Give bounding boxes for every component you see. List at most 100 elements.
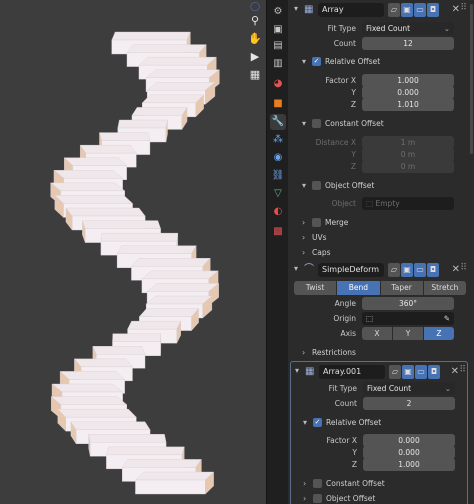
particles-tab-icon[interactable]: ⁂ — [270, 132, 286, 148]
view-layer-tab-icon[interactable]: ▥ — [270, 56, 286, 72]
constraints-tab-icon[interactable]: ⛓ — [270, 168, 286, 184]
scene-tab-icon[interactable]: ◕ — [270, 76, 286, 92]
axis-z-button[interactable]: Z — [424, 327, 454, 340]
fit-type-dropdown[interactable]: Fixed Count ⌄ — [362, 22, 454, 35]
constant-offset-subpanel[interactable]: ▾ Constant Offset — [290, 117, 468, 131]
object-offset-subpanel[interactable]: › Object Offset — [291, 492, 469, 504]
array-modifier-panel: ▾ ▦ Array ▱ ▣ ▭ ◘ ✕ ⠿ Fit Type Fixed Coun… — [290, 0, 468, 262]
material-tab-icon[interactable]: ◐ — [270, 204, 286, 220]
gizmo-z-axis-icon[interactable]: ◯ — [248, 0, 262, 14]
chevron-right-icon: › — [303, 479, 307, 488]
modifier-name-field[interactable]: SimpleDeform — [318, 263, 384, 277]
label: Y — [351, 150, 356, 159]
edit-mode-toggle-icon[interactable]: ▱ — [388, 263, 400, 277]
factor-z-field[interactable]: 1.000 — [363, 458, 455, 471]
modifier-header[interactable]: ▾ ▦ Array ▱ ▣ ▭ ◘ ✕ ⠿ — [290, 0, 468, 20]
relative-offset-subpanel[interactable]: ▾ ✓ Relative Offset — [291, 416, 469, 430]
edit-mode-toggle-icon[interactable]: ▱ — [389, 365, 401, 379]
subpanel-title: Relative Offset — [326, 418, 382, 427]
subpanel-title: UVs — [312, 233, 327, 242]
physics-tab-icon[interactable]: ◉ — [270, 150, 286, 166]
constant-offset-checkbox[interactable] — [312, 119, 321, 128]
chevron-down-icon: ▾ — [302, 57, 307, 66]
count-field[interactable]: 12 — [362, 37, 454, 50]
camera-icon[interactable]: ▶ — [248, 50, 262, 64]
drag-handle-icon[interactable]: ⠿ — [460, 263, 467, 273]
axis-y-button[interactable]: Y — [393, 327, 423, 340]
eyedropper-icon[interactable]: ✎ — [444, 312, 450, 325]
realtime-toggle-icon[interactable]: ▭ — [414, 3, 426, 17]
caps-subpanel[interactable]: › Caps — [290, 246, 468, 260]
label: Z — [351, 460, 357, 469]
object-field[interactable]: ⬚ Empty — [362, 197, 454, 210]
count-field[interactable]: 2 — [363, 397, 455, 410]
modifier-header[interactable]: ▾ ⌒ SimpleDeform ▱ ▣ ▭ ◘ ✕ ⠿ — [290, 260, 468, 280]
relative-offset-subpanel[interactable]: ▾ ✓ Relative Offset — [290, 55, 468, 69]
remove-modifier-icon[interactable]: ✕ — [452, 4, 460, 15]
chevron-down-icon: ▾ — [302, 119, 307, 128]
3d-viewport[interactable]: ◯ ⚲ ✋ ▶ ▦ — [0, 0, 266, 504]
edit-mode-toggle-icon[interactable]: ▱ — [388, 3, 400, 17]
chevron-down-icon: ⌄ — [443, 24, 450, 33]
remove-modifier-icon[interactable]: ✕ — [451, 366, 459, 377]
modifiers-tab-icon[interactable]: 🔧 — [270, 114, 286, 130]
modifier-name-field[interactable]: Array.001 — [319, 365, 385, 379]
realtime-toggle-icon[interactable]: ▭ — [415, 365, 427, 379]
label: Angle — [334, 299, 356, 308]
origin-field[interactable]: ⬚ ✎ — [362, 312, 454, 325]
chevron-down-icon: ⌄ — [444, 384, 451, 393]
texture-tab-icon[interactable]: ▩ — [270, 224, 286, 240]
object-offset-checkbox[interactable] — [313, 494, 322, 503]
mode-stretch-button[interactable]: Stretch — [423, 281, 466, 295]
subpanel-title: Restrictions — [312, 348, 356, 357]
object-offset-subpanel[interactable]: ▾ Object Offset — [290, 179, 468, 193]
mode-bend-button[interactable]: Bend — [337, 281, 380, 295]
zoom-icon[interactable]: ⚲ — [248, 14, 262, 28]
collapse-chevron-icon[interactable]: ▾ — [294, 5, 302, 13]
constant-offset-checkbox[interactable] — [313, 479, 322, 488]
cage-toggle-icon[interactable]: ▣ — [402, 365, 414, 379]
cage-toggle-icon[interactable]: ▣ — [401, 263, 413, 277]
label: Z — [350, 100, 356, 109]
constant-offset-subpanel[interactable]: › Constant Offset — [291, 477, 469, 491]
render-tab-icon[interactable]: ▣ — [270, 22, 286, 38]
scrollbar[interactable] — [470, 4, 473, 154]
relative-offset-checkbox[interactable]: ✓ — [312, 57, 321, 66]
mode-twist-button[interactable]: Twist — [294, 281, 337, 295]
uvs-subpanel[interactable]: › UVs — [290, 231, 468, 245]
hand-pan-icon[interactable]: ✋ — [248, 32, 262, 46]
tool-tab-icon[interactable]: ⚙ — [270, 4, 286, 20]
remove-modifier-icon[interactable]: ✕ — [452, 264, 460, 275]
data-tab-icon[interactable]: ▽ — [270, 186, 286, 202]
output-tab-icon[interactable]: ▤ — [270, 38, 286, 54]
object-tab-icon[interactable]: ■ — [270, 96, 286, 112]
label: Fit Type — [327, 24, 356, 33]
factor-z-field[interactable]: 1.010 — [362, 98, 454, 111]
cage-toggle-icon[interactable]: ▣ — [401, 3, 413, 17]
merge-checkbox[interactable] — [312, 218, 321, 227]
collapse-chevron-icon[interactable]: ▾ — [295, 367, 303, 375]
relative-offset-checkbox[interactable]: ✓ — [313, 418, 322, 427]
array-001-modifier-panel: ▾ ▦ Array.001 ▱ ▣ ▭ ◘ ✕ ⠿ Fit Type Fixed … — [290, 361, 468, 504]
merge-subpanel[interactable]: › Merge — [290, 216, 468, 230]
fit-type-dropdown[interactable]: Fixed Count ⌄ — [363, 382, 455, 395]
collapse-chevron-icon[interactable]: ▾ — [294, 265, 302, 273]
render-toggle-icon[interactable]: ◘ — [428, 365, 440, 379]
render-toggle-icon[interactable]: ◘ — [427, 3, 439, 17]
subpanel-title: Object Offset — [326, 494, 376, 503]
render-toggle-icon[interactable]: ◘ — [427, 263, 439, 277]
angle-field[interactable]: 360° — [362, 297, 454, 310]
subpanel-title: Caps — [312, 248, 331, 257]
restrictions-subpanel[interactable]: › Restrictions — [290, 346, 468, 360]
mode-taper-button[interactable]: Taper — [380, 281, 423, 295]
deform-mode-selector: Twist Bend Taper Stretch — [294, 281, 466, 295]
realtime-toggle-icon[interactable]: ▭ — [414, 263, 426, 277]
modifier-name-field[interactable]: Array — [318, 3, 384, 17]
axis-x-button[interactable]: X — [362, 327, 392, 340]
modifier-header[interactable]: ▾ ▦ Array.001 ▱ ▣ ▭ ◘ ✕ ⠿ — [291, 362, 467, 382]
distance-z-field[interactable]: 0 m — [362, 160, 454, 173]
grid-icon[interactable]: ▦ — [248, 68, 262, 82]
drag-handle-icon[interactable]: ⠿ — [459, 365, 466, 375]
drag-handle-icon[interactable]: ⠿ — [460, 3, 467, 13]
object-offset-checkbox[interactable] — [312, 181, 321, 190]
